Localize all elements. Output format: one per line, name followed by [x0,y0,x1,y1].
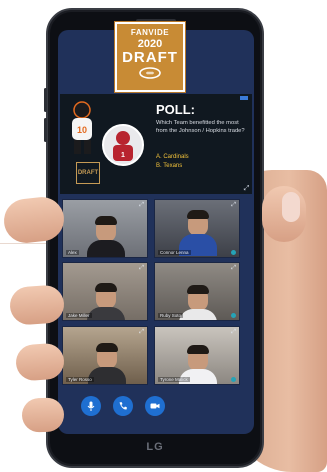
expand-icon[interactable]: ⤢ [139,265,144,271]
phone-icon [119,402,127,410]
poll-title: POLL: [156,102,195,117]
mic-icon [87,401,95,411]
participant-name: Tyrone Malick [158,377,190,382]
logo-event: DRAFT [122,49,178,66]
volume-button [44,118,47,142]
poll-slide[interactable]: 10 1 DRAFT POLL: Which Team benefitted t… [60,94,252,194]
participant-tile[interactable]: Alex ⤢ [62,199,148,258]
participant-tile[interactable]: Tyler Rosso ⤢ [62,326,148,385]
participant-name: Ruby Soto [158,313,184,318]
draft-logo: FANVIDE 2020 DRAFT [115,22,185,92]
participant-tile[interactable]: Jake Miller ⤢ [62,262,148,321]
participant-name: Tyler Rosso [66,377,94,382]
volume-button [44,88,47,112]
poll-option-a[interactable]: A. Cardinals [156,154,189,160]
finger [21,397,65,433]
svg-text:10: 10 [77,125,87,135]
mic-status-icon [231,313,236,318]
expand-icon[interactable]: ⤢ [231,329,236,335]
mini-draft-logo: DRAFT [76,162,100,184]
expand-icon[interactable]: ⤢ [231,202,236,208]
participant-name: Alex [66,250,79,255]
participant-name: Connor Lenna [158,250,191,255]
football-icon [139,67,161,79]
participant-tile[interactable]: Ruby Soto ⤢ [154,262,240,321]
video-camera-icon [150,403,160,409]
cardinals-player-badge: 1 [102,124,144,166]
expand-icon[interactable]: ⤢ [231,265,236,271]
camera-button[interactable] [145,396,165,416]
poll-option-b[interactable]: B. Texans [156,163,182,169]
mute-button[interactable] [81,396,101,416]
end-call-button[interactable] [113,396,133,416]
mic-status-icon [231,250,236,255]
device-brand: LG [146,441,164,453]
logo-brand: FANVIDE [130,28,170,37]
participant-name: Jake Miller [66,313,92,318]
expand-icon[interactable]: ⤢ [139,329,144,335]
participant-tile[interactable]: Tyrone Malick ⤢ [154,326,240,385]
expand-icon[interactable]: ⤢ [139,202,144,208]
poll-question: Which Team benefitted the most from the … [156,120,245,134]
football-player-image: 10 [72,101,92,154]
mini-logo-label: DRAFT [77,170,99,176]
status-tag [240,96,248,100]
svg-text:1: 1 [121,152,125,159]
mic-status-icon [231,377,236,382]
participant-tile[interactable]: Connor Lenna ⤢ [154,199,240,258]
index-finger [262,186,306,242]
expand-icon[interactable]: ⤢ [243,185,250,192]
promo-scene: LG FANVIDE 2020 DRAFT 10 1 DRAFT POLL: W… [0,0,327,472]
